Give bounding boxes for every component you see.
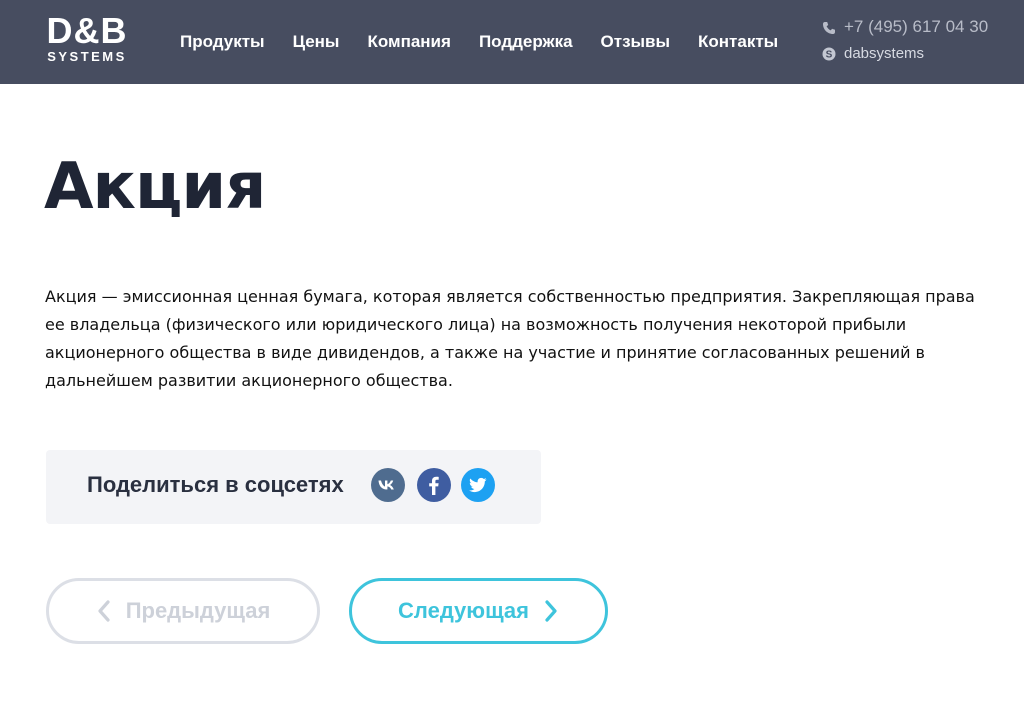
phone-row[interactable]: +7 (495) 617 04 30	[822, 14, 1002, 40]
site-header: D&B SYSTEMS Продукты Цены Компания Подде…	[0, 0, 1024, 84]
facebook-share-button[interactable]	[417, 468, 451, 502]
skype-icon: S	[822, 46, 836, 61]
skype-name: dabsystems	[844, 44, 925, 62]
article-body: Акция — эмиссионная ценная бумага, котор…	[45, 283, 985, 395]
skype-row[interactable]: S dabsystems	[822, 40, 1002, 66]
twitter-icon	[461, 468, 495, 502]
nav-item-prices[interactable]: Цены	[279, 0, 354, 84]
phone-number: +7 (495) 617 04 30	[844, 17, 989, 36]
nav-item-contacts[interactable]: Контакты	[684, 0, 792, 84]
share-label: Поделиться в соцсетях	[87, 472, 344, 497]
chevron-left-icon	[96, 600, 112, 622]
article-line: дальнейшем развитии акционерного обществ…	[45, 371, 453, 390]
chevron-right-icon	[543, 600, 559, 622]
nav-item-products[interactable]: Продукты	[166, 0, 279, 84]
next-button[interactable]: Следующая	[349, 578, 608, 644]
nav-item-support[interactable]: Поддержка	[465, 0, 587, 84]
logo-sub-text: SYSTEMS	[47, 49, 127, 64]
article-line: Акция — эмиссионная ценная бумага, котор…	[45, 287, 975, 306]
share-panel: Поделиться в соцсетях	[46, 450, 541, 524]
article-line: акционерного общества в виде дивидендов,…	[45, 343, 925, 362]
article-line: ее владельца (физического или юридическо…	[45, 315, 907, 334]
svg-text:S: S	[826, 50, 833, 61]
logo-main-text: D&B	[46, 10, 128, 51]
header-contacts: +7 (495) 617 04 30 S dabsystems	[822, 14, 1002, 66]
next-button-label: Следующая	[398, 598, 529, 623]
nav-item-reviews[interactable]: Отзывы	[587, 0, 685, 84]
prev-button-label: Предыдущая	[125, 598, 271, 623]
main-nav: Продукты Цены Компания Поддержка Отзывы …	[166, 0, 792, 84]
prev-button[interactable]: Предыдущая	[46, 578, 320, 644]
vk-icon	[371, 468, 405, 502]
logo[interactable]: D&B SYSTEMS	[44, 12, 130, 68]
phone-icon	[822, 20, 836, 34]
facebook-icon	[417, 468, 451, 502]
vk-share-button[interactable]	[371, 468, 405, 502]
page-title: Акция	[44, 150, 266, 224]
nav-item-company[interactable]: Компания	[353, 0, 464, 84]
twitter-share-button[interactable]	[461, 468, 495, 502]
